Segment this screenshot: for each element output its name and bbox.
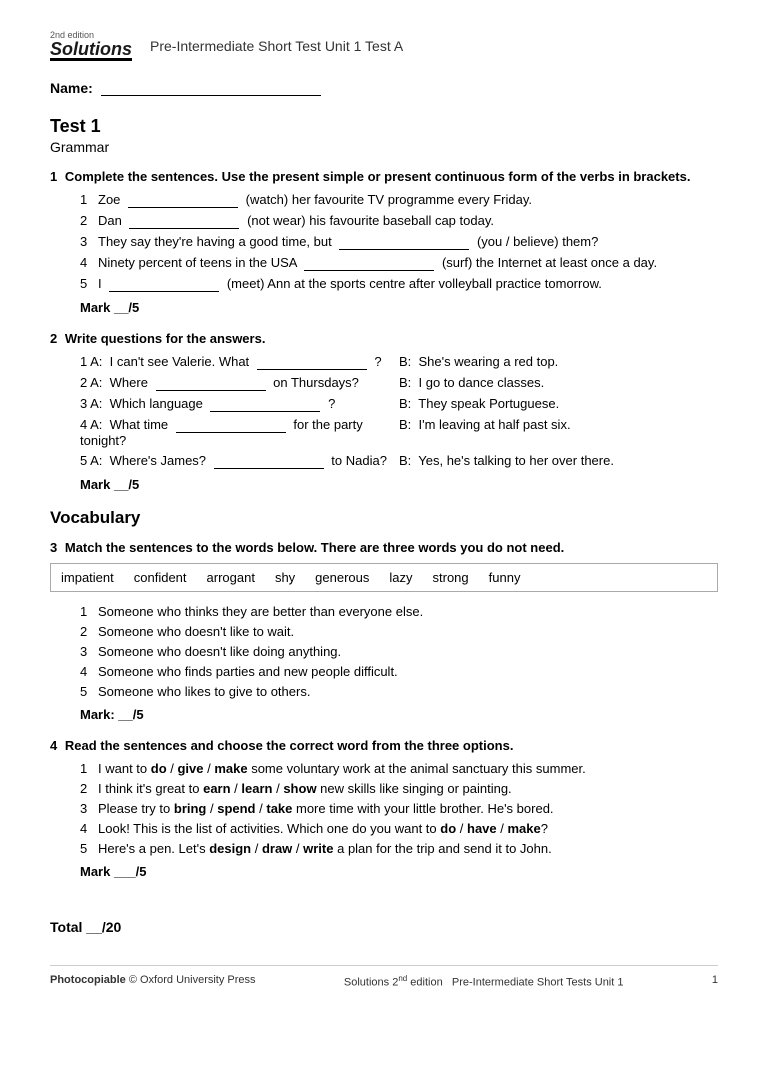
word-1: impatient (61, 570, 114, 585)
total-line: Total __/20 (50, 919, 718, 935)
word-2: confident (134, 570, 187, 585)
brand-name: Solutions (50, 40, 132, 61)
q2-row-1: 1 A: I can't see Valerie. What ? B: She'… (80, 354, 718, 370)
question-2-header: 2 Write questions for the answers. (50, 331, 718, 346)
word-3: arrogant (207, 570, 255, 585)
list-item: 4 Ninety percent of teens in the USA (su… (80, 255, 718, 271)
list-item: 1 Zoe (watch) her favourite TV programme… (80, 192, 718, 208)
q4-instruction: Read the sentences and choose the correc… (65, 738, 514, 753)
list-item: 4Someone who finds parties and new peopl… (80, 664, 718, 679)
question-4: 4 Read the sentences and choose the corr… (50, 738, 718, 879)
question-4-header: 4 Read the sentences and choose the corr… (50, 738, 718, 753)
word-4: shy (275, 570, 295, 585)
q1-number: 1 (50, 169, 57, 184)
q2-list: 1 A: I can't see Valerie. What ? B: She'… (50, 354, 718, 469)
list-item: 4 Look! This is the list of activities. … (80, 821, 718, 836)
test-title: Test 1 (50, 116, 718, 137)
name-label: Name (50, 80, 88, 96)
q3-instruction: Match the sentences to the words below. … (65, 540, 564, 555)
vocab-title: Vocabulary (50, 508, 718, 528)
list-item: 3Someone who doesn't like doing anything… (80, 644, 718, 659)
footer-center: Solutions 2nd edition Pre-Intermediate S… (344, 974, 624, 989)
q2-row-3: 3 A: Which language ? B: They speak Port… (80, 396, 718, 412)
q1-instruction: Complete the sentences. Use the present … (65, 169, 691, 184)
word-box: impatient confident arrogant shy generou… (50, 563, 718, 592)
solutions-logo: 2nd edition Solutions (50, 30, 132, 61)
page-header: 2nd edition Solutions Pre-Intermediate S… (50, 30, 718, 61)
word-5: generous (315, 570, 369, 585)
list-item: 2Someone who doesn't like to wait. (80, 624, 718, 639)
question-1: 1 Complete the sentences. Use the presen… (50, 169, 718, 315)
q1-list: 1 Zoe (watch) her favourite TV programme… (50, 192, 718, 292)
list-item: 5 Here's a pen. Let's design / draw / wr… (80, 841, 718, 856)
q3-list: 1Someone who thinks they are better than… (50, 604, 718, 699)
q2-instruction: Write questions for the answers. (65, 331, 266, 346)
question-3: 3 Match the sentences to the words below… (50, 540, 718, 722)
q2-mark: Mark __/5 (80, 477, 718, 492)
list-item: 2 Dan (not wear) his favourite baseball … (80, 213, 718, 229)
list-item: 1 I want to do / give / make some volunt… (80, 761, 718, 776)
q2-row-5: 5 A: Where's James? to Nadia? B: Yes, he… (80, 453, 718, 469)
word-6: lazy (389, 570, 412, 585)
q1-mark: Mark __/5 (80, 300, 718, 315)
question-2: 2 Write questions for the answers. 1 A: … (50, 331, 718, 492)
footer-left: Photocopiable © Oxford University Press (50, 974, 256, 989)
list-item: 1Someone who thinks they are better than… (80, 604, 718, 619)
name-underline (101, 79, 321, 96)
test-section: Grammar (50, 139, 718, 155)
question-3-header: 3 Match the sentences to the words below… (50, 540, 718, 555)
list-item: 5Someone who likes to give to others. (80, 684, 718, 699)
list-item: 3 They say they're having a good time, b… (80, 234, 718, 250)
list-item: 5 I (meet) Ann at the sports centre afte… (80, 276, 718, 292)
list-item: 2 I think it's great to earn / learn / s… (80, 781, 718, 796)
q2-number: 2 (50, 331, 57, 346)
q3-number: 3 (50, 540, 57, 555)
page-footer: Photocopiable © Oxford University Press … (50, 965, 718, 989)
header-title: Pre-Intermediate Short Test Unit 1 Test … (150, 38, 403, 54)
list-item: 3 Please try to bring / spend / take mor… (80, 801, 718, 816)
q4-number: 4 (50, 738, 57, 753)
footer-right: 1 (712, 974, 718, 989)
word-7: strong (433, 570, 469, 585)
q4-mark: Mark ___/5 (80, 864, 718, 879)
q2-row-2: 2 A: Where on Thursdays? B: I go to danc… (80, 375, 718, 391)
vocabulary-section: Vocabulary 3 Match the sentences to the … (50, 508, 718, 879)
name-field: Name: (50, 79, 718, 96)
q4-list: 1 I want to do / give / make some volunt… (50, 761, 718, 856)
q3-mark: Mark: __/5 (80, 707, 718, 722)
word-8: funny (489, 570, 521, 585)
q2-row-4: 4 A: What time for the party tonight? B:… (80, 417, 718, 448)
question-1-header: 1 Complete the sentences. Use the presen… (50, 169, 718, 184)
